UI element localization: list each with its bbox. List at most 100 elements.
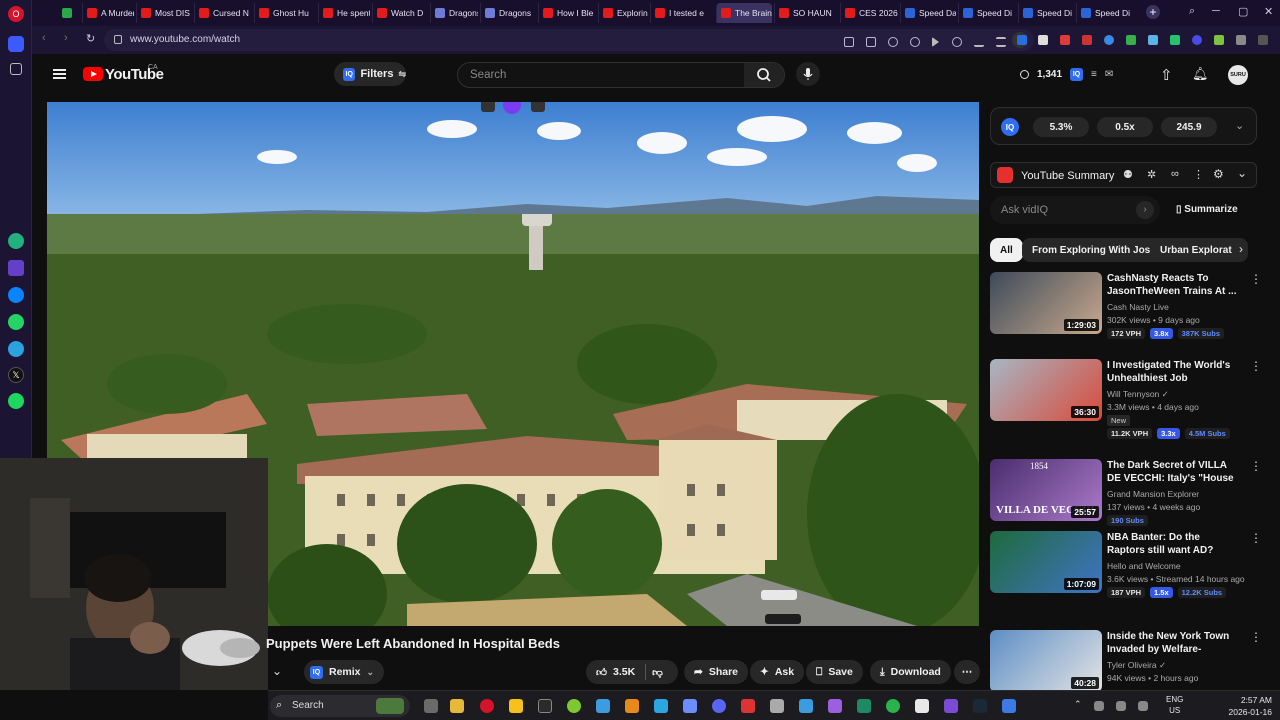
reload-icon[interactable]: ↻ bbox=[86, 32, 95, 45]
spotify-icon[interactable] bbox=[8, 393, 24, 409]
expand-chevron-icon[interactable]: ⌄ bbox=[272, 664, 282, 678]
channel-name[interactable]: Cash Nasty Live bbox=[1107, 302, 1169, 312]
chevron-down-icon[interactable]: ⌄ bbox=[1235, 119, 1244, 132]
recommendation-item[interactable]: 1:07:09 NBA Banter: Do the Raptors still … bbox=[990, 531, 1262, 598]
edit-icon[interactable] bbox=[844, 37, 854, 47]
file-explorer-icon[interactable] bbox=[450, 699, 464, 713]
browser-tab[interactable]: Most DIS bbox=[136, 3, 192, 23]
remix-button[interactable]: IQ Remix ⌄ bbox=[304, 660, 385, 684]
browser-tab[interactable]: I tested e bbox=[650, 3, 714, 23]
extension-icon[interactable] bbox=[1148, 35, 1158, 45]
recommendation-title[interactable]: NBA Banter: Do the Raptors still want AD… bbox=[1107, 531, 1239, 557]
download-button[interactable]: ⤓ Download bbox=[870, 660, 951, 684]
app-icon[interactable] bbox=[596, 699, 610, 713]
minimize-icon[interactable]: ─ bbox=[1212, 5, 1220, 17]
app-icon[interactable] bbox=[799, 699, 813, 713]
app-icon[interactable] bbox=[683, 699, 697, 713]
thunder-icon[interactable] bbox=[509, 699, 523, 713]
video-thumbnail[interactable]: 1854 VILLA DE VECCHI 25:57 bbox=[990, 459, 1102, 521]
tab-pinned-icon[interactable] bbox=[62, 8, 72, 18]
chevron-right-icon[interactable]: › bbox=[1239, 242, 1243, 256]
maximize-icon[interactable]: ▢ bbox=[1238, 5, 1248, 18]
play-icon[interactable] bbox=[932, 37, 939, 47]
summarize-button[interactable]: ▯ Summarize bbox=[1176, 204, 1238, 215]
chevron-down-icon[interactable]: ⌄ bbox=[1237, 166, 1247, 180]
voice-search-button[interactable] bbox=[796, 62, 820, 86]
upload-icon[interactable]: ⇧ bbox=[1160, 66, 1173, 84]
extension-icon[interactable] bbox=[1214, 35, 1224, 45]
browser-tab[interactable]: Speed Di bbox=[958, 3, 1016, 23]
browser-tab[interactable]: He spent bbox=[318, 3, 370, 23]
back-icon[interactable]: ‹ bbox=[42, 32, 46, 44]
new-tab-button[interactable]: + bbox=[1146, 5, 1160, 19]
browser-tab[interactable]: A Murder bbox=[82, 3, 134, 23]
app-icon[interactable] bbox=[770, 699, 784, 713]
browser-tab[interactable]: Speed Di bbox=[1076, 3, 1134, 23]
messenger-icon[interactable] bbox=[8, 287, 24, 303]
tray-icon[interactable] bbox=[1116, 701, 1126, 711]
url-field[interactable]: www.youtube.com/watch bbox=[104, 29, 1034, 51]
vidiq-icon[interactable]: IQ bbox=[1070, 68, 1084, 81]
browser-tab[interactable]: How I Ble bbox=[538, 3, 596, 23]
player-overlay-icon[interactable] bbox=[481, 102, 495, 112]
vidiq-logo-icon[interactable]: IQ bbox=[1001, 118, 1019, 136]
extension-icon[interactable] bbox=[1170, 35, 1180, 45]
browser-tab[interactable]: Watch D bbox=[372, 3, 428, 23]
channel-name[interactable]: Will Tennyson ✓ bbox=[1107, 389, 1169, 400]
capcut-icon[interactable] bbox=[915, 699, 929, 713]
chat-icon[interactable]: ✉ bbox=[1105, 69, 1113, 80]
more-options-icon[interactable]: ⋮ bbox=[1250, 630, 1262, 644]
thumbs-down-icon[interactable]: 👎︎ bbox=[652, 666, 663, 679]
ask-button[interactable]: ✦ Ask bbox=[750, 660, 805, 684]
menu-icon[interactable] bbox=[996, 37, 1006, 47]
extension-icon[interactable] bbox=[1038, 35, 1048, 45]
glasses-icon[interactable]: ∞ bbox=[1171, 168, 1179, 180]
app-icon[interactable] bbox=[886, 699, 900, 713]
search-box[interactable]: Search bbox=[457, 62, 785, 88]
gear-icon[interactable]: ⚙ bbox=[1213, 167, 1224, 181]
app-icon[interactable] bbox=[654, 699, 668, 713]
search-button[interactable] bbox=[744, 63, 784, 87]
extension-icon[interactable] bbox=[1126, 35, 1136, 45]
browser-tab[interactable]: The Brain de bbox=[716, 3, 772, 23]
youtube-logo-icon[interactable] bbox=[83, 67, 103, 81]
extension-icon[interactable] bbox=[1017, 35, 1027, 45]
opera-logo-icon[interactable]: O bbox=[8, 6, 24, 22]
whatsapp-icon[interactable] bbox=[8, 314, 24, 330]
hamburger-menu-icon[interactable] bbox=[53, 69, 66, 79]
video-thumbnail[interactable]: 1:07:09 bbox=[990, 531, 1102, 593]
video-thumbnail[interactable]: 1:29:03 bbox=[990, 272, 1102, 334]
home-icon[interactable] bbox=[8, 36, 24, 52]
browser-tab[interactable]: CES 2026 bbox=[840, 3, 898, 23]
taskbar-clock[interactable]: 2:57 AM 2026-01-16 bbox=[1206, 694, 1272, 718]
send-icon[interactable]: › bbox=[1136, 201, 1154, 219]
extension-icon[interactable] bbox=[1082, 35, 1092, 45]
app-icon[interactable] bbox=[8, 260, 24, 276]
app-icon[interactable] bbox=[741, 699, 755, 713]
tray-icon[interactable] bbox=[1094, 701, 1104, 711]
share-button[interactable]: ➦ Share bbox=[684, 660, 748, 684]
video-thumbnail[interactable]: 36:30 bbox=[990, 359, 1102, 421]
browser-tab[interactable]: Dragons bbox=[480, 3, 536, 23]
browser-tab[interactable]: Speed Di bbox=[1018, 3, 1074, 23]
recommendation-title[interactable]: CashNasty Reacts To JasonTheWeen Trains … bbox=[1107, 272, 1239, 298]
search-input[interactable]: Search bbox=[470, 69, 506, 81]
steam-icon[interactable] bbox=[973, 699, 987, 713]
microphone-icon[interactable] bbox=[1138, 701, 1148, 711]
more-actions-button[interactable]: ⋯ bbox=[954, 660, 980, 684]
browser-tab[interactable]: Dragons bbox=[430, 3, 478, 23]
chip-urban-exploration[interactable]: Urban Explorat bbox=[1150, 238, 1248, 262]
app-icon[interactable] bbox=[1002, 699, 1016, 713]
vpn-icon[interactable] bbox=[910, 37, 920, 47]
recommendation-title[interactable]: Inside the New York Town Invaded by Welf… bbox=[1107, 630, 1239, 656]
openai-icon[interactable]: ✲ bbox=[1147, 168, 1156, 181]
shield-icon[interactable] bbox=[888, 37, 898, 47]
recommendation-item[interactable]: 36:30 I Investigated The World's Unhealth… bbox=[990, 359, 1262, 439]
discord-icon[interactable] bbox=[712, 699, 726, 713]
app-icon[interactable] bbox=[944, 699, 958, 713]
heart-icon[interactable] bbox=[952, 37, 962, 47]
extension-icon[interactable] bbox=[1192, 35, 1202, 45]
browser-tab[interactable]: Ghost Hu bbox=[254, 3, 316, 23]
chatgpt-icon[interactable] bbox=[8, 233, 24, 249]
app-icon[interactable] bbox=[857, 699, 871, 713]
